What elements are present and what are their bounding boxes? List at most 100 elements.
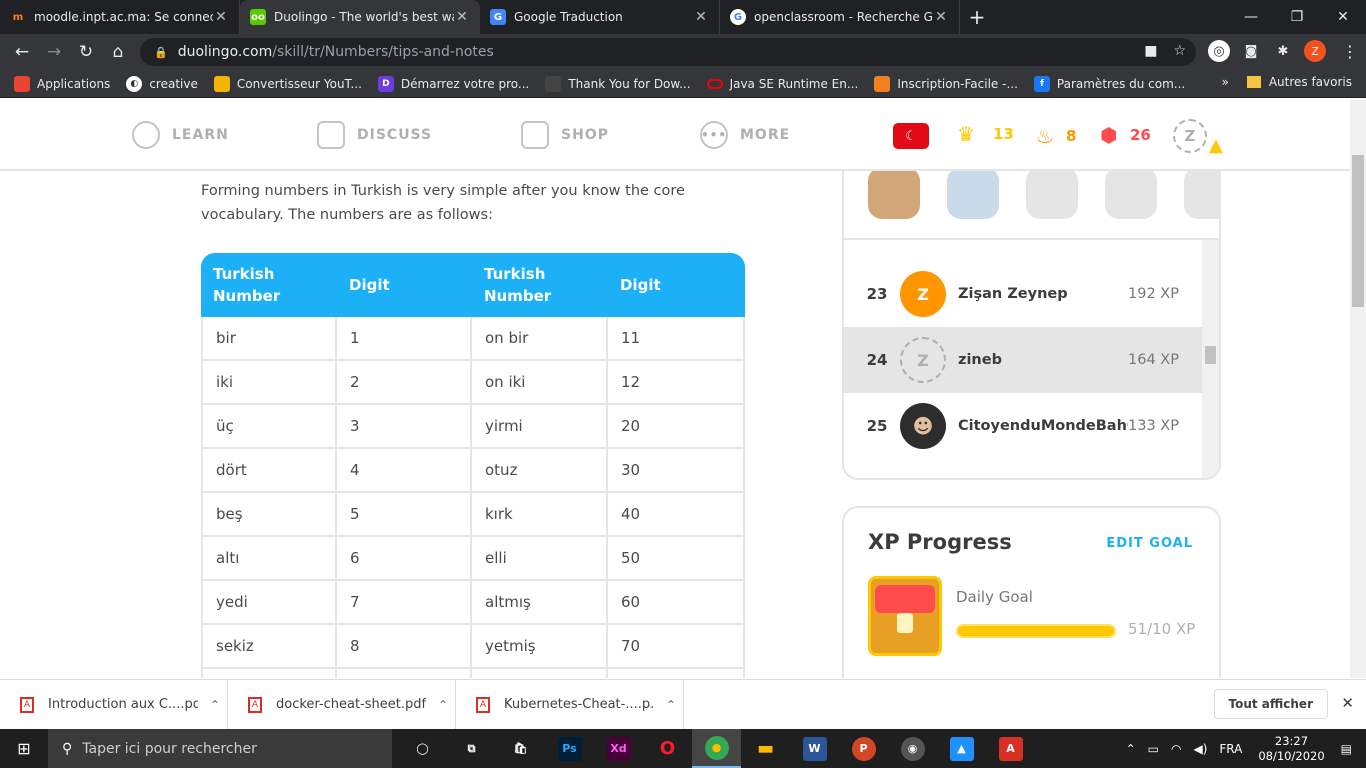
taskbar-search[interactable]: ⚲ Taper ici pour rechercher xyxy=(48,729,392,768)
address-bar[interactable]: 🔒 duolingo.com/skill/tr/Numbers/tips-and… xyxy=(140,38,1196,66)
tab-google-search[interactable]: G openclassroom - Recherche Goo ✕ xyxy=(720,0,960,34)
column-header: Turkish Number xyxy=(472,253,608,317)
tab-google-translate[interactable]: G Google Traduction ✕ xyxy=(480,0,720,34)
table-cell: 8 xyxy=(337,625,472,669)
other-bookmarks[interactable]: Autres favoris xyxy=(1246,75,1352,89)
user-avatar[interactable]: Z xyxy=(1173,119,1207,153)
back-icon[interactable]: ← xyxy=(6,36,38,68)
battery-icon[interactable]: ▭ xyxy=(1148,742,1159,756)
crowns-counter[interactable]: ♛ 13 xyxy=(957,123,1014,145)
bookmark-item[interactable]: ◐ creative xyxy=(126,75,198,92)
download-item[interactable]: Adocker-cheat-sheet.pdf ⌃ xyxy=(228,679,456,730)
volume-icon[interactable]: ◀) xyxy=(1193,742,1207,756)
table-cell: 6 xyxy=(337,537,472,581)
table-cell: üç xyxy=(201,405,337,449)
chevron-up-icon[interactable]: ⌃ xyxy=(666,698,676,712)
url-path: /skill/tr/Numbers/tips-and-notes xyxy=(272,44,494,60)
bookmark-item[interactable]: Java SE Runtime En... xyxy=(706,77,858,91)
edit-goal-link[interactable]: EDIT GOAL xyxy=(1106,536,1193,551)
language-indicator[interactable]: FRA xyxy=(1219,742,1242,756)
leaderboard-row-current-user[interactable]: 24 Z zineb 164 XP xyxy=(844,327,1202,393)
star-icon[interactable]: ☆ xyxy=(1173,43,1186,59)
download-item[interactable]: A Introduction aux C....pdf ⌃ xyxy=(0,679,228,730)
wifi-icon[interactable]: ◠ xyxy=(1171,742,1181,756)
turkish-flag-icon[interactable]: ☾ xyxy=(893,123,929,149)
reload-icon[interactable]: ↻ xyxy=(70,36,102,68)
bookmark-item[interactable]: Thank You for Dow... xyxy=(545,75,691,92)
close-icon[interactable]: ✕ xyxy=(693,9,709,25)
bookmark-item[interactable]: f Paramètres du com... xyxy=(1033,75,1185,92)
opera-icon[interactable]: O xyxy=(643,729,692,768)
photos-icon[interactable]: ▲ xyxy=(937,729,986,768)
scrollbar-thumb[interactable] xyxy=(1205,346,1216,364)
windows-start-icon[interactable]: ⊞ xyxy=(0,729,48,768)
close-window-icon[interactable]: ✕ xyxy=(1320,0,1366,34)
table-cell xyxy=(337,669,472,678)
avatar: ☻ xyxy=(900,403,946,449)
bookmark-item[interactable]: D Démarrez votre pro... xyxy=(377,75,529,92)
nav-learn[interactable]: LEARN xyxy=(132,121,229,149)
new-tab-button[interactable]: + xyxy=(960,0,994,34)
table-cell: altmış xyxy=(472,581,608,625)
camera-icon[interactable]: ■ xyxy=(1144,43,1157,59)
table-cell: yirmi xyxy=(472,405,608,449)
profile-avatar[interactable]: Z xyxy=(1304,40,1326,62)
nav-discuss[interactable]: DISCUSS xyxy=(317,121,432,149)
show-all-downloads-button[interactable]: Tout afficher xyxy=(1213,689,1328,719)
tab-moodle[interactable]: m moodle.inpt.ac.ma: Se connecter ✕ xyxy=(0,0,240,34)
bell-icon[interactable]: ▲ xyxy=(1209,135,1223,156)
page-scrollbar-thumb[interactable] xyxy=(1352,155,1364,307)
photoshop-icon[interactable]: Ps xyxy=(545,729,594,768)
menu-icon[interactable]: ⋮ xyxy=(1342,42,1358,61)
forward-icon[interactable]: → xyxy=(38,36,70,68)
close-icon[interactable]: ✕ xyxy=(213,9,229,25)
tab-duolingo[interactable]: oo Duolingo - The world's best way ✕ xyxy=(240,0,480,34)
powerpoint-icon[interactable]: P xyxy=(839,729,888,768)
bookmark-item[interactable]: Inscription-Facile -... xyxy=(874,75,1018,92)
chevron-up-icon[interactable]: ⌃ xyxy=(1126,742,1136,756)
media-player-icon[interactable]: ◉ xyxy=(888,729,937,768)
gems-counter[interactable]: ⬢ 26 xyxy=(1100,123,1151,147)
cortana-icon[interactable]: ◯ xyxy=(398,729,447,768)
leaderboard-row[interactable]: 25 ☻ CitoyenduMondeBahO 133 XP xyxy=(844,393,1202,459)
table-cell: bir xyxy=(201,317,337,361)
clock[interactable]: 23:27 08/10/2020 xyxy=(1258,734,1324,764)
windows-taskbar: ⊞ ⚲ Taper ici pour rechercher ◯ ⧉ 🛍 Ps Xd… xyxy=(0,729,1366,768)
table-cell xyxy=(472,669,608,678)
word-icon[interactable]: W xyxy=(790,729,839,768)
extension-icon[interactable]: ◎ xyxy=(1208,40,1230,62)
bookmark-item[interactable]: Convertisseur YouT... xyxy=(213,75,362,92)
home-icon[interactable]: ⌂ xyxy=(102,36,134,68)
notifications-icon[interactable]: ▤ xyxy=(1341,742,1352,756)
leaderboard-row[interactable]: 23 Z Zişan Zeynep 192 XP xyxy=(844,261,1202,327)
close-icon[interactable]: ✕ xyxy=(454,9,470,25)
duolingo-page: LEARN DISCUSS SHOP ••• MORE ☾ ♛ 13 ♨ 8 ⬢ 26 … xyxy=(0,99,1350,678)
table-cell: altı xyxy=(201,537,337,581)
file-explorer-icon[interactable]: ▬ xyxy=(741,729,790,768)
close-icon[interactable]: ✕ xyxy=(933,9,949,25)
puzzle-icon[interactable]: ✱ xyxy=(1272,40,1294,62)
nav-more[interactable]: ••• MORE xyxy=(700,121,790,149)
bookmark-item[interactable]: Applications xyxy=(14,75,110,92)
leaderboard-scrollbar[interactable] xyxy=(1202,240,1219,478)
chevron-up-icon[interactable]: ⌃ xyxy=(438,698,448,712)
restore-icon[interactable]: ❐ xyxy=(1274,0,1320,34)
chevron-up-icon[interactable]: ⌃ xyxy=(210,698,220,712)
more-bookmarks-icon[interactable]: » xyxy=(1221,75,1228,89)
download-item[interactable]: A Kubernetes-Cheat-....p... ⌃ xyxy=(456,679,684,730)
screenshot-icon[interactable]: ◙ xyxy=(1240,40,1262,62)
acrobat-icon[interactable]: A xyxy=(986,729,1035,768)
streak-counter[interactable]: ♨ 8 xyxy=(1036,123,1076,149)
table-cell: yetmiş xyxy=(472,625,608,669)
minimize-icon[interactable]: — xyxy=(1228,0,1274,34)
store-icon[interactable]: 🛍 xyxy=(496,729,545,768)
table-cell: 70 xyxy=(608,625,745,669)
league-badges xyxy=(868,167,1219,219)
nav-shop[interactable]: SHOP xyxy=(521,121,609,149)
nav-label: SHOP xyxy=(561,127,609,143)
chrome-icon[interactable]: ● xyxy=(692,729,741,768)
adobe-xd-icon[interactable]: Xd xyxy=(594,729,643,768)
task-view-icon[interactable]: ⧉ xyxy=(447,729,496,768)
globe-icon: ◐ xyxy=(126,75,143,92)
close-icon[interactable]: ✕ xyxy=(1341,694,1354,712)
